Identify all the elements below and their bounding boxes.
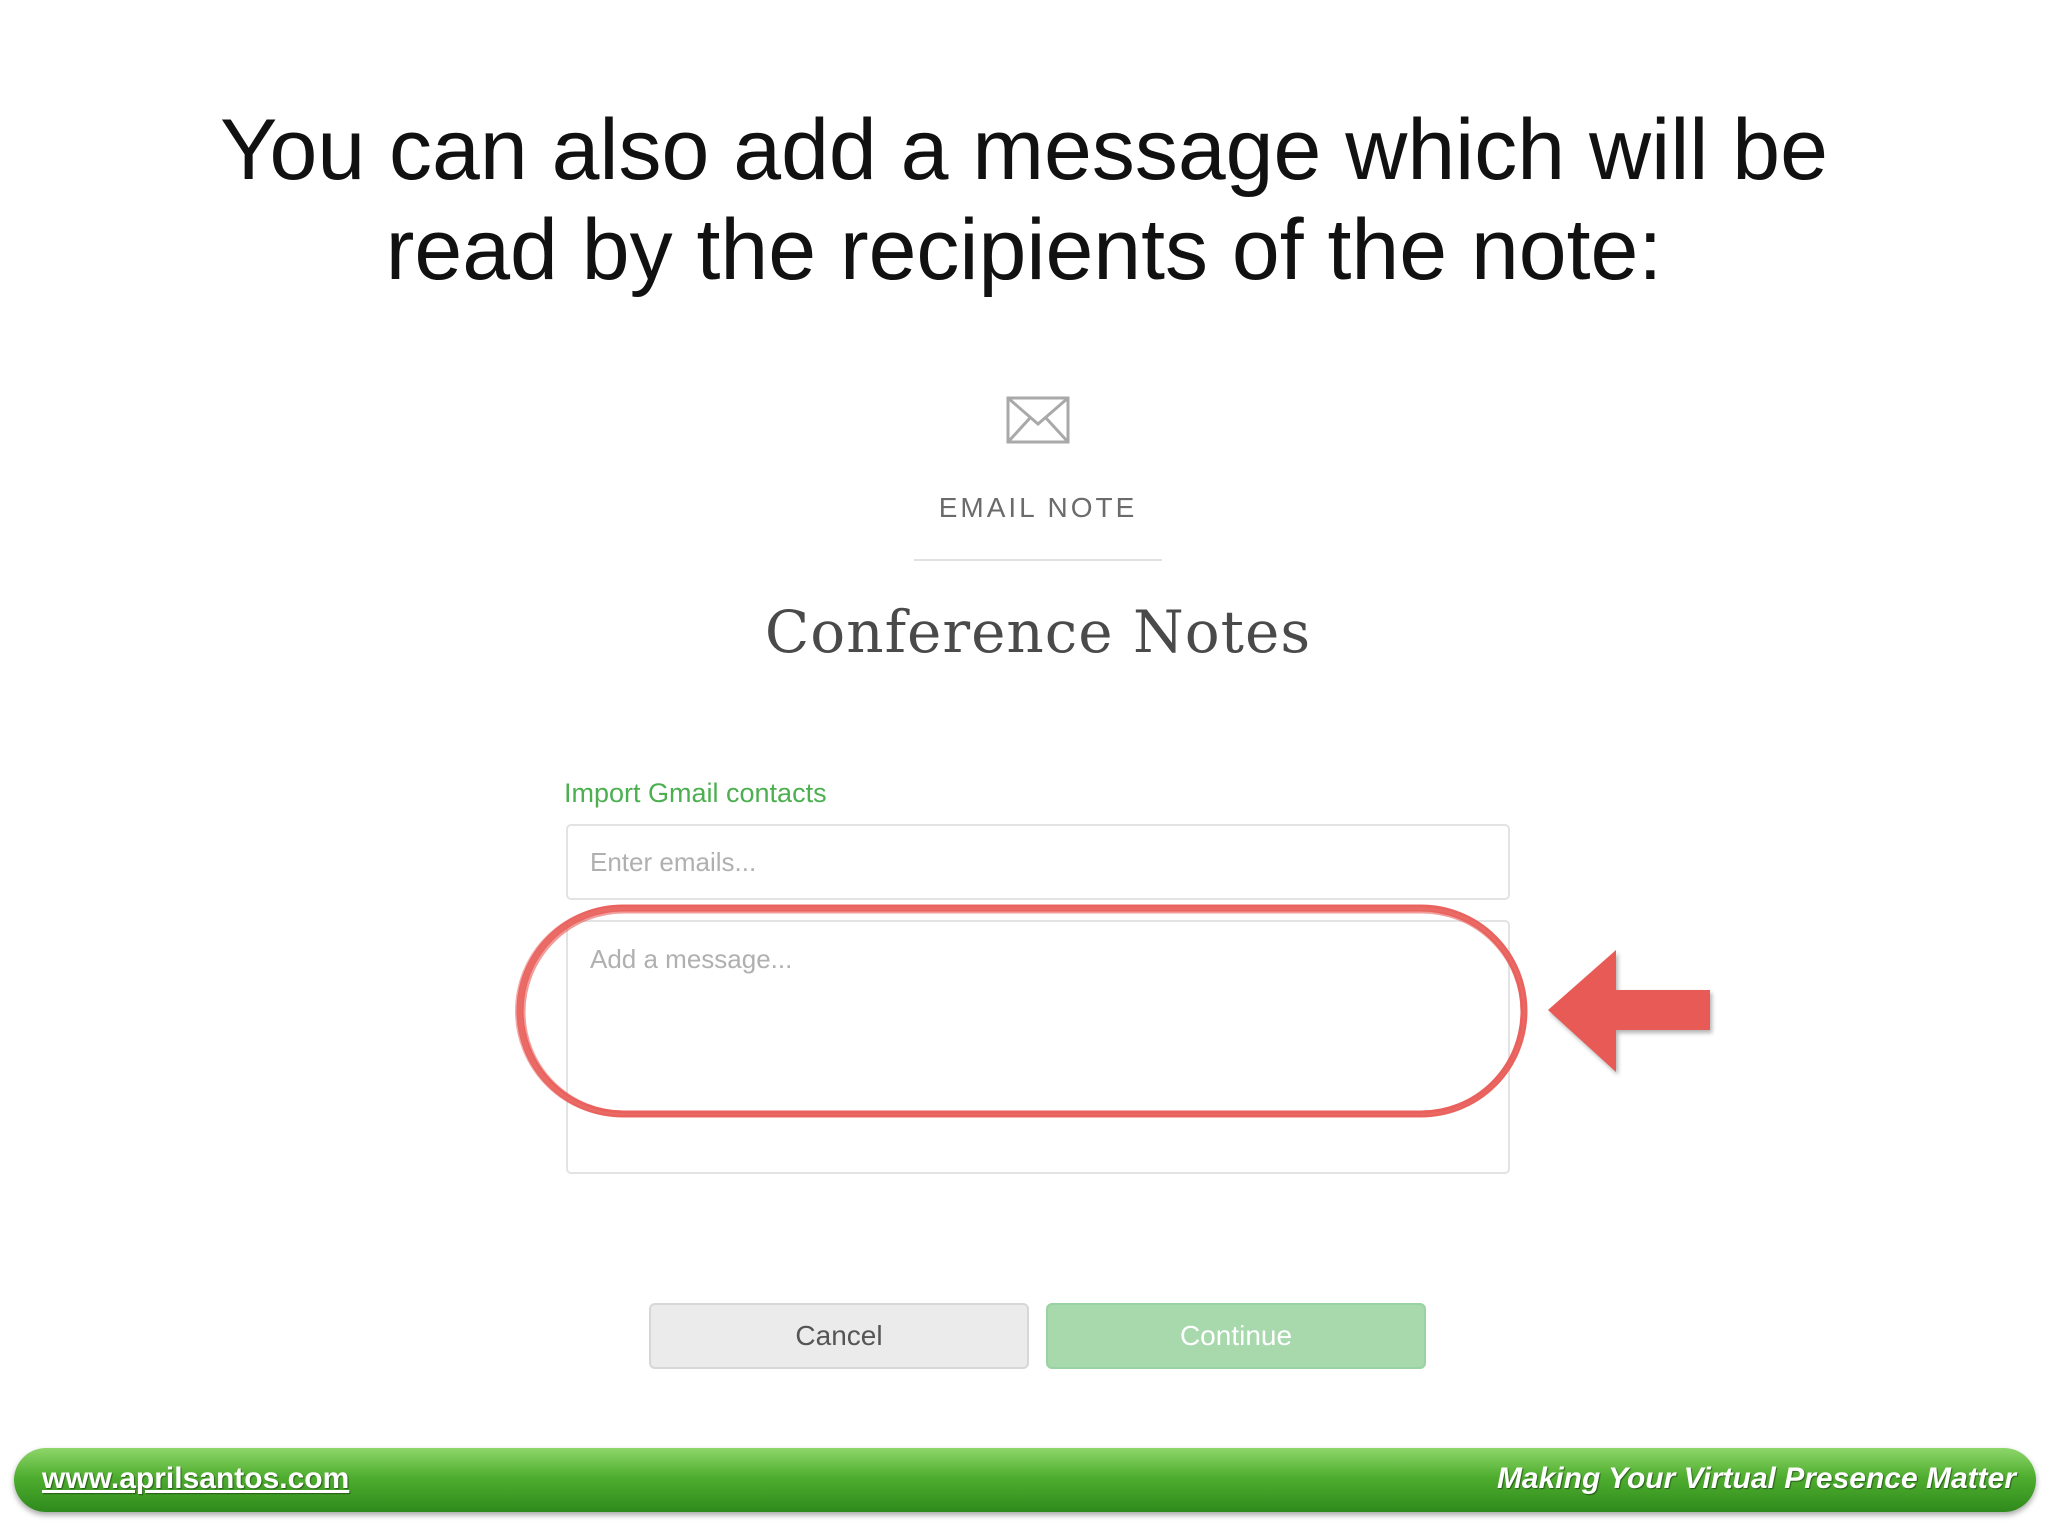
slide: You can also add a message which will be… <box>0 0 2048 1536</box>
message-input[interactable] <box>566 920 1510 1174</box>
email-input[interactable] <box>566 824 1510 900</box>
footer-tagline: Making Your Virtual Presence Matter <box>1496 1462 2016 1495</box>
note-title: Conference Notes <box>764 598 1312 666</box>
slide-heading-line-1: You can also add a message which will be <box>220 102 1828 198</box>
cancel-button[interactable]: Cancel <box>649 1303 1029 1369</box>
slide-heading-line-2: read by the recipients of the note: <box>385 202 1663 298</box>
continue-button[interactable]: Continue <box>1046 1303 1426 1369</box>
dialog-label: EMAIL NOTE <box>938 492 1138 523</box>
website-link[interactable]: www.aprilsantos.com <box>42 1462 349 1496</box>
left-arrow-icon <box>1548 950 1710 1072</box>
slide-heading: You can also add a message which will be… <box>0 100 2048 300</box>
divider <box>914 559 1162 561</box>
envelope-icon <box>1006 396 1070 444</box>
import-gmail-contacts-link[interactable]: Import Gmail contacts <box>564 778 827 809</box>
